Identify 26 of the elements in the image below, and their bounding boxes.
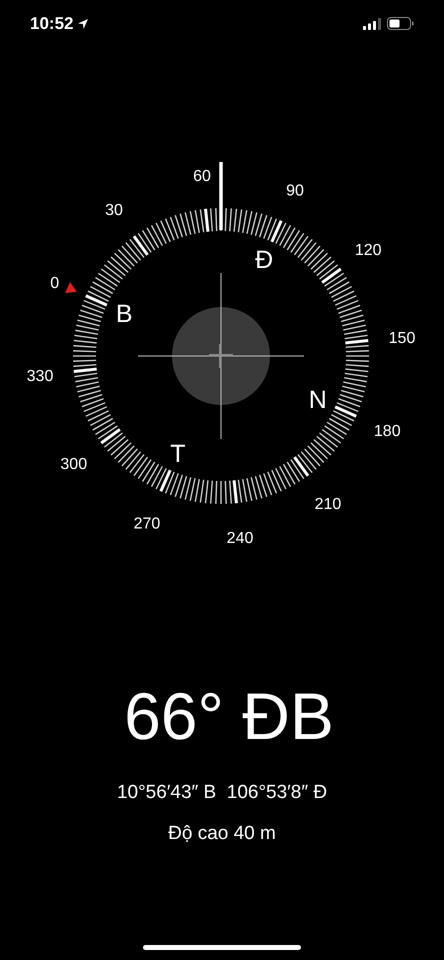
degree-label: 90	[286, 182, 304, 200]
degree-label: 30	[105, 202, 123, 219]
cardinal-label: B	[116, 300, 132, 328]
degree-label: 300	[60, 456, 88, 473]
degree-label: 150	[388, 330, 416, 347]
cardinal-label: Đ	[255, 246, 274, 274]
degree-label: 0	[50, 274, 60, 292]
degree-label: 210	[314, 496, 342, 514]
signal-icon	[363, 18, 381, 30]
coordinates-text: 10°56′43″ B 106°53′8″ Đ	[116, 781, 328, 805]
battery-icon	[387, 17, 414, 30]
cardinal-label: T	[170, 440, 186, 468]
north-marker-icon	[65, 282, 77, 294]
heading-line	[219, 162, 223, 230]
location-arrow-icon	[77, 18, 90, 30]
altitude-text: Độ cao 40 m	[168, 822, 276, 846]
degree-label: 60	[193, 168, 211, 185]
crosshair-icon	[138, 272, 304, 440]
status-time: 10:52	[30, 12, 74, 35]
heading-reading: 66° ĐB	[124, 683, 334, 749]
cardinal-label: N	[308, 386, 327, 414]
degree-label: 120	[354, 242, 382, 260]
degree-label: 240	[226, 530, 254, 547]
degree-label: 180	[374, 423, 401, 440]
degree-label: 330	[26, 368, 54, 386]
degree-label: 270	[134, 515, 160, 532]
